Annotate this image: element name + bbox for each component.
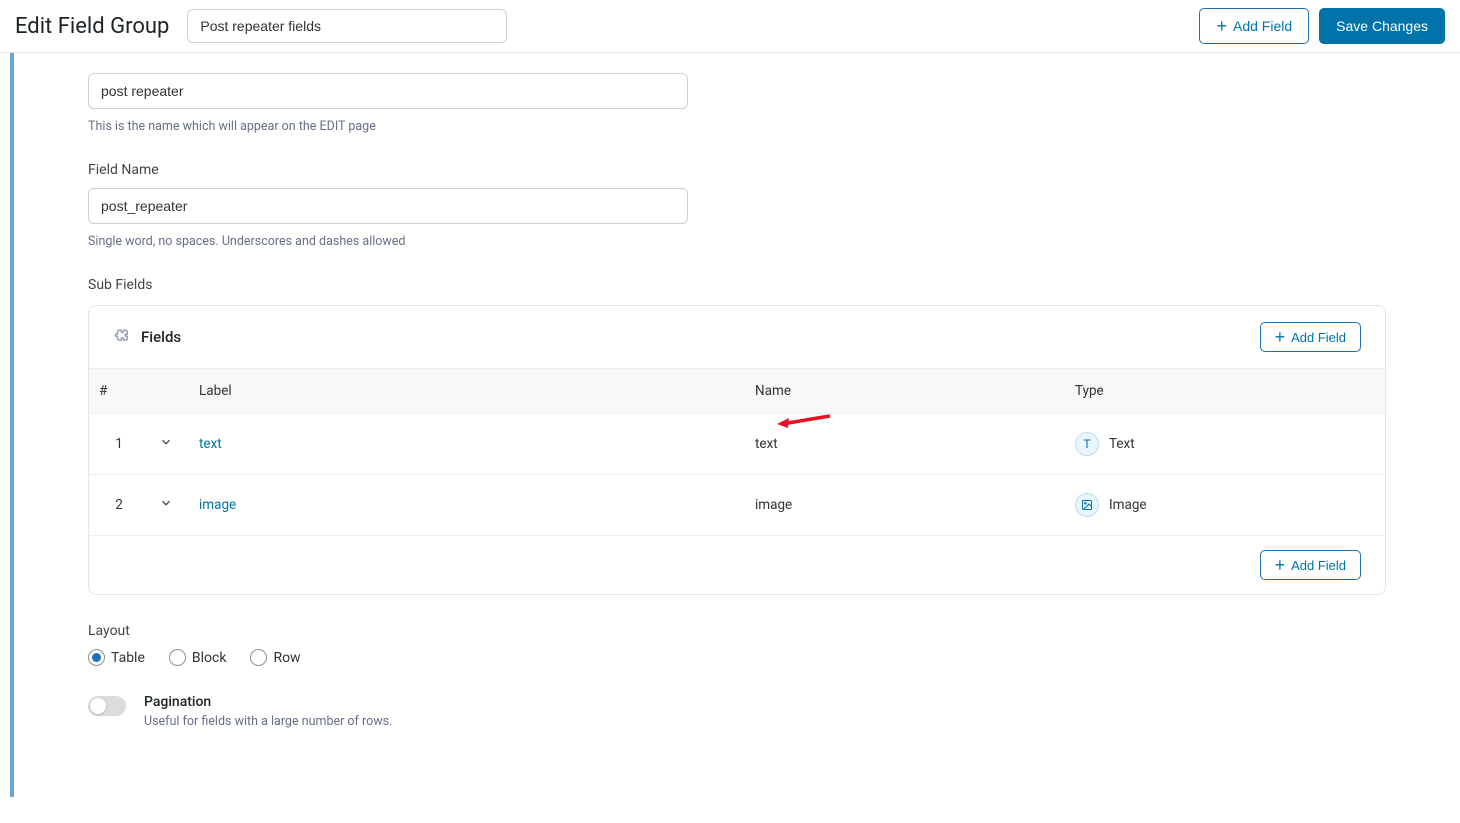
row-number: 2 [89, 475, 149, 536]
layout-option-row[interactable]: Row [250, 649, 300, 666]
radio-label: Block [192, 650, 227, 666]
subfields-label: Sub Fields [88, 277, 1386, 293]
field-label-input[interactable] [88, 73, 688, 109]
field-name-help: Single word, no spaces. Underscores and … [88, 234, 1386, 249]
radio-label: Table [111, 650, 145, 666]
plus-icon: + [1216, 17, 1227, 35]
plus-icon: + [1275, 556, 1286, 574]
puzzle-icon [113, 328, 131, 346]
plus-icon: + [1275, 328, 1286, 346]
table-row[interactable]: 1 text text [89, 414, 1385, 475]
row-type: T Text [1075, 432, 1375, 456]
layout-option-block[interactable]: Block [169, 649, 227, 666]
add-field-label: Add Field [1233, 18, 1292, 34]
table-row[interactable]: 2 image image Im [89, 475, 1385, 536]
row-type-label: Text [1109, 436, 1135, 452]
group-title-input[interactable] [187, 9, 507, 43]
row-name: image [755, 497, 792, 513]
field-label-help: This is the name which will appear on th… [88, 119, 1386, 134]
subfields-box-header: Fields + Add Field [89, 306, 1385, 368]
content-area: This is the name which will appear on th… [10, 53, 1460, 797]
row-number: 1 [89, 414, 149, 475]
pagination-toggle[interactable] [88, 696, 126, 716]
pagination-group: Pagination Useful for fields with a larg… [88, 694, 1386, 729]
subfields-add-field-button-top[interactable]: + Add Field [1260, 322, 1361, 352]
field-name-group: Field Name Single word, no spaces. Under… [88, 162, 1386, 249]
subfields-group: Sub Fields Fields + Add Field # [88, 277, 1386, 595]
fields-table: # Label Name Type 1 [89, 368, 1385, 536]
save-changes-button[interactable]: Save Changes [1319, 8, 1445, 44]
row-type: Image [1075, 493, 1375, 517]
subfields-box-title: Fields [141, 328, 181, 346]
image-type-icon [1075, 493, 1099, 517]
page-header: Edit Field Group + Add Field Save Change… [0, 0, 1460, 53]
radio-icon [169, 649, 186, 666]
add-field-button[interactable]: + Add Field [1199, 8, 1309, 44]
pagination-label: Pagination [144, 694, 392, 710]
chevron-down-icon[interactable] [159, 437, 173, 453]
subfields-add-field-button-bottom[interactable]: + Add Field [1260, 550, 1361, 580]
col-header-type: Type [1065, 369, 1385, 414]
row-label-link[interactable]: text [199, 436, 222, 452]
layout-option-table[interactable]: Table [88, 649, 145, 666]
row-name: text [755, 436, 778, 452]
subfields-box: Fields + Add Field # Label Name Type [88, 305, 1386, 595]
pagination-help: Useful for fields with a large number of… [144, 714, 392, 729]
chevron-down-icon[interactable] [159, 498, 173, 514]
add-field-label: Add Field [1291, 558, 1346, 573]
col-header-chev [149, 369, 189, 414]
layout-options: Table Block Row [88, 649, 1386, 666]
layout-group: Layout Table Block Row [88, 623, 1386, 666]
row-label-link[interactable]: image [199, 497, 236, 513]
col-header-label: Label [189, 369, 745, 414]
text-type-icon: T [1075, 432, 1099, 456]
field-label-group: This is the name which will appear on th… [88, 73, 1386, 134]
arrow-annotation-icon [775, 410, 835, 434]
radio-icon [88, 649, 105, 666]
page-title: Edit Field Group [15, 14, 169, 39]
add-field-label: Add Field [1291, 330, 1346, 345]
field-name-input[interactable] [88, 188, 688, 224]
radio-icon [250, 649, 267, 666]
layout-label: Layout [88, 623, 1386, 639]
col-header-num: # [89, 369, 149, 414]
radio-label: Row [273, 650, 300, 666]
col-header-name: Name [745, 369, 1065, 414]
subfields-box-footer: + Add Field [89, 536, 1385, 594]
field-name-label: Field Name [88, 162, 1386, 178]
row-type-label: Image [1109, 497, 1147, 513]
